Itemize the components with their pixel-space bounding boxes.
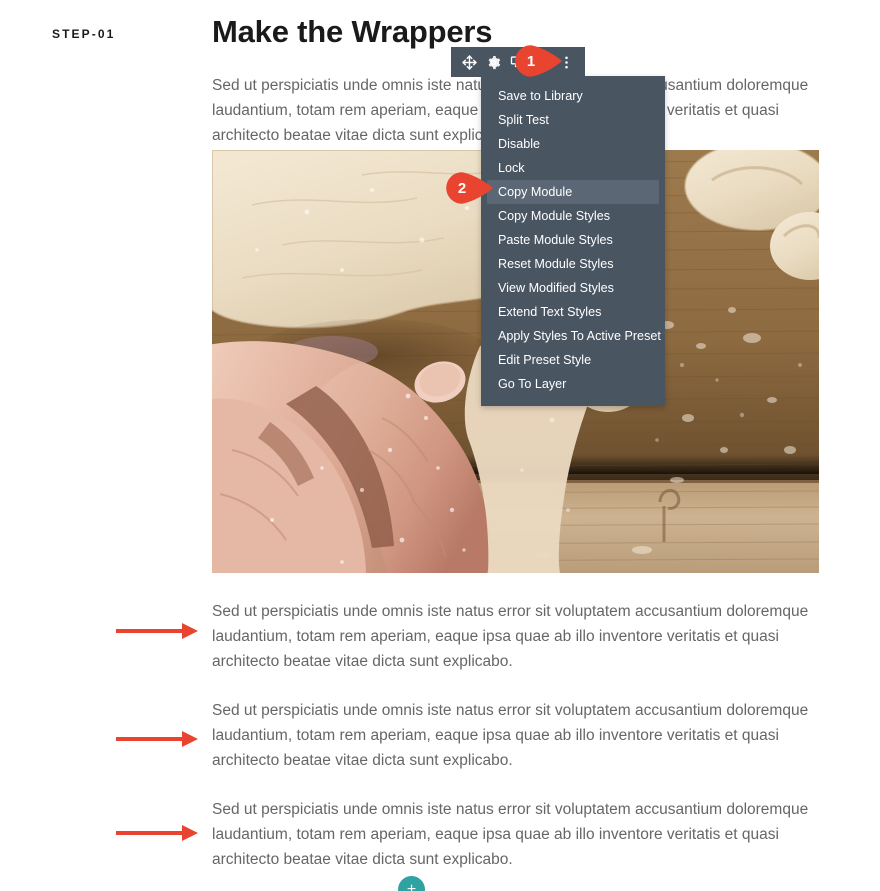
page-root: STEP-01 Make the Wrappers Sed ut perspic… xyxy=(0,0,880,891)
menu-item-edit-preset-style[interactable]: Edit Preset Style xyxy=(481,348,665,372)
arrow-right-icon xyxy=(116,731,198,747)
menu-item-lock[interactable]: Lock xyxy=(481,156,665,180)
step-badge-1: 1 xyxy=(514,44,564,78)
step-label: STEP-01 xyxy=(52,27,116,41)
menu-item-go-to-layer[interactable]: Go To Layer xyxy=(481,372,665,396)
menu-item-copy-module[interactable]: Copy Module xyxy=(487,180,659,204)
annotation-arrow-1 xyxy=(116,620,200,642)
body-paragraph-4: Sed ut perspiciatis unde omnis iste natu… xyxy=(212,801,809,868)
teardrop-pin-icon xyxy=(515,45,562,77)
menu-item-save-to-library[interactable]: Save to Library xyxy=(481,84,665,108)
menu-item-apply-styles-to-active-preset[interactable]: Apply Styles To Active Preset xyxy=(481,324,665,348)
menu-item-view-modified-styles[interactable]: View Modified Styles xyxy=(481,276,665,300)
gear-icon[interactable] xyxy=(485,54,502,71)
menu-item-reset-module-styles[interactable]: Reset Module Styles xyxy=(481,252,665,276)
annotation-arrow-2 xyxy=(116,728,200,750)
arrow-right-icon xyxy=(116,825,198,841)
step-badge-2: 2 xyxy=(445,171,495,205)
menu-item-disable[interactable]: Disable xyxy=(481,132,665,156)
module-context-menu[interactable]: Save to Library Split Test Disable Lock … xyxy=(481,76,665,406)
annotation-arrow-3 xyxy=(116,822,200,844)
menu-item-split-test[interactable]: Split Test xyxy=(481,108,665,132)
plus-icon: + xyxy=(406,880,417,891)
move-icon[interactable] xyxy=(461,54,478,71)
add-module-button[interactable]: + xyxy=(398,876,425,891)
arrow-right-icon xyxy=(116,623,198,639)
body-paragraph-3: Sed ut perspiciatis unde omnis iste natu… xyxy=(212,702,809,769)
menu-item-extend-text-styles[interactable]: Extend Text Styles xyxy=(481,300,665,324)
menu-item-copy-module-styles[interactable]: Copy Module Styles xyxy=(481,204,665,228)
menu-item-paste-module-styles[interactable]: Paste Module Styles xyxy=(481,228,665,252)
body-paragraph-2: Sed ut perspiciatis unde omnis iste natu… xyxy=(212,603,809,670)
teardrop-pin-icon xyxy=(446,172,493,204)
